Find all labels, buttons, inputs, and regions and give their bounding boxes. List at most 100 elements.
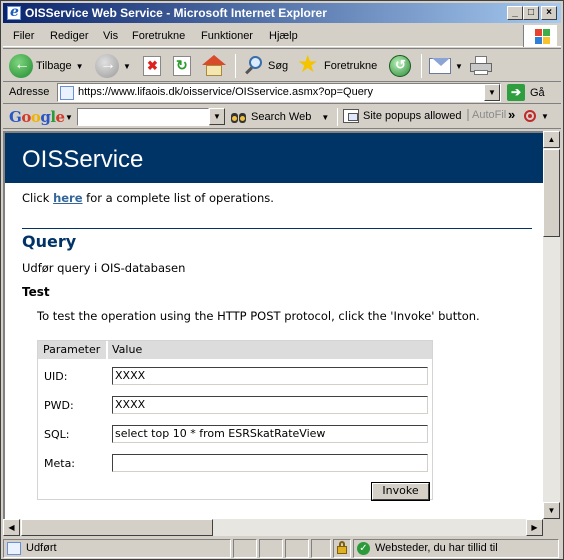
- status-text: Udført: [26, 542, 57, 554]
- intro-prefix: Click: [22, 191, 54, 205]
- google-options-dropdown-icon[interactable]: ▼: [541, 112, 549, 121]
- horizontal-scrollbar[interactable]: ◀ ▶: [3, 519, 543, 536]
- search-web-label: Search Web: [251, 111, 312, 123]
- ie-page-icon: [60, 86, 74, 100]
- mail-button[interactable]: ▼: [429, 53, 463, 79]
- uid-field[interactable]: XXXX: [112, 367, 428, 385]
- forward-dropdown-icon[interactable]: ▼: [123, 62, 131, 71]
- menu-vis[interactable]: Vis: [103, 30, 118, 42]
- section-divider: [22, 228, 532, 229]
- search-web-button[interactable]: Search Web ▼: [231, 109, 329, 125]
- menu-rediger[interactable]: Rediger: [50, 30, 89, 42]
- address-input[interactable]: https://www.lifaois.dk/oisservice/OISser…: [57, 83, 501, 102]
- menu-funktioner[interactable]: Funktioner: [201, 30, 253, 42]
- back-arrow-icon: ←: [9, 54, 33, 78]
- google-logo[interactable]: Google: [9, 108, 65, 126]
- favorites-button[interactable]: ★ Foretrukne: [297, 53, 377, 79]
- operations-list-link[interactable]: here: [53, 191, 82, 205]
- status-pane: [285, 539, 309, 558]
- print-icon: [469, 56, 493, 76]
- history-button[interactable]: ↺: [389, 53, 411, 79]
- vertical-scrollbar[interactable]: ▲ ▼: [543, 131, 560, 519]
- stop-button[interactable]: ✖: [143, 53, 161, 79]
- favorites-star-icon: ★: [297, 51, 319, 78]
- go-label: Gå: [530, 86, 545, 99]
- search-web-dropdown-icon[interactable]: ▼: [321, 113, 329, 122]
- page-header-title: OISService: [22, 146, 144, 173]
- menu-hjaelp[interactable]: Hjælp: [269, 30, 298, 42]
- google-search-dropdown-icon[interactable]: ▼: [209, 108, 225, 125]
- mail-icon: [429, 58, 451, 74]
- toolbar-separator: [337, 108, 338, 126]
- autofill-button[interactable]: AutoFill: [467, 109, 507, 121]
- horizontal-scroll-thumb[interactable]: [21, 519, 213, 536]
- popup-blocker-button[interactable]: Site popups allowed: [343, 109, 461, 123]
- sql-field[interactable]: select top 10 * from ESRSkatRateView: [112, 425, 428, 443]
- title-bar[interactable]: OISService Web Service - Microsoft Inter…: [3, 3, 561, 23]
- test-heading: Test: [22, 285, 50, 299]
- menu-filer[interactable]: Filer: [13, 30, 34, 42]
- trusted-zone-icon: ✓: [357, 542, 370, 555]
- status-bar: Udført ✓ Websteder, du har tillid til: [3, 538, 561, 558]
- pwd-label: PWD:: [44, 399, 74, 412]
- address-url[interactable]: https://www.lifaois.dk/oisservice/OISser…: [78, 86, 373, 98]
- status-pane: [311, 539, 331, 558]
- menu-foretrukne[interactable]: Foretrukne: [132, 30, 185, 42]
- google-search-input[interactable]: [77, 108, 209, 126]
- security-pane: [333, 539, 351, 558]
- scroll-left-icon[interactable]: ◀: [3, 519, 20, 536]
- maximize-button[interactable]: □: [523, 6, 539, 20]
- intro-text: Click here for a complete list of operat…: [22, 191, 274, 205]
- scrollbar-corner: [543, 519, 560, 536]
- invoke-button[interactable]: Invoke: [371, 482, 430, 501]
- go-arrow-icon: ➔: [507, 84, 525, 101]
- settings-icon: [523, 109, 537, 123]
- column-header-parameter: Parameter: [43, 343, 101, 356]
- page-header: OISService: [5, 133, 543, 183]
- column-header-value: Value: [112, 343, 143, 356]
- binoculars-icon: [231, 109, 247, 125]
- more-chevron[interactable]: »: [508, 107, 515, 122]
- scroll-right-icon[interactable]: ▶: [526, 519, 543, 536]
- ie-window: OISService Web Service - Microsoft Inter…: [0, 0, 564, 560]
- page-viewport[interactable]: OISService Click here for a complete lis…: [3, 131, 543, 519]
- scroll-up-icon[interactable]: ▲: [543, 131, 560, 148]
- pwd-field[interactable]: XXXX: [112, 396, 428, 414]
- close-button[interactable]: ×: [541, 6, 557, 20]
- back-label: Tilbage: [36, 60, 72, 72]
- scroll-down-icon[interactable]: ▼: [543, 502, 560, 519]
- back-dropdown-icon[interactable]: ▼: [76, 62, 84, 71]
- meta-field[interactable]: [112, 454, 428, 472]
- favorites-label: Foretrukne: [324, 60, 378, 72]
- standard-toolbar: ← Tilbage ▼ → ▼ ✖ ↻ Søg ★ Foretrukne ↺ ▼: [3, 48, 561, 82]
- forward-button[interactable]: → ▼: [95, 53, 131, 79]
- search-label: Søg: [268, 60, 289, 72]
- address-dropdown-icon[interactable]: ▼: [484, 84, 500, 101]
- print-button[interactable]: [469, 53, 493, 79]
- popups-label: Site popups allowed: [363, 110, 462, 122]
- google-menu-dropdown-icon[interactable]: ▼: [65, 113, 73, 122]
- search-button[interactable]: Søg: [243, 53, 288, 79]
- autofill-label: AutoFill: [472, 109, 507, 121]
- home-icon: [202, 55, 226, 77]
- zone-text: Websteder, du har tillid til: [375, 542, 498, 554]
- forward-arrow-icon: →: [95, 54, 119, 78]
- meta-label: Meta:: [44, 457, 76, 470]
- refresh-icon: ↻: [173, 56, 191, 76]
- stop-icon: ✖: [143, 56, 161, 76]
- go-button[interactable]: ➔ Gå: [507, 84, 545, 101]
- back-button[interactable]: ← Tilbage ▼: [9, 53, 84, 79]
- google-options-button[interactable]: ▼: [523, 109, 549, 123]
- autofill-icon: [467, 109, 469, 121]
- home-button[interactable]: [202, 53, 226, 79]
- window-title: OISService Web Service - Microsoft Inter…: [25, 6, 327, 20]
- menu-bar: Filer Rediger Vis Foretrukne Funktioner …: [3, 25, 561, 47]
- test-description: To test the operation using the HTTP POS…: [37, 309, 480, 323]
- minimize-button[interactable]: _: [507, 6, 523, 20]
- vertical-scroll-thumb[interactable]: [543, 149, 560, 237]
- mail-dropdown-icon[interactable]: ▼: [455, 62, 463, 71]
- google-toolbar: Google ▼ ▼ Search Web ▼ Site popups allo…: [3, 105, 561, 129]
- ie-page-icon: [7, 542, 21, 555]
- refresh-button[interactable]: ↻: [173, 53, 191, 79]
- toolbar-separator: [421, 54, 422, 78]
